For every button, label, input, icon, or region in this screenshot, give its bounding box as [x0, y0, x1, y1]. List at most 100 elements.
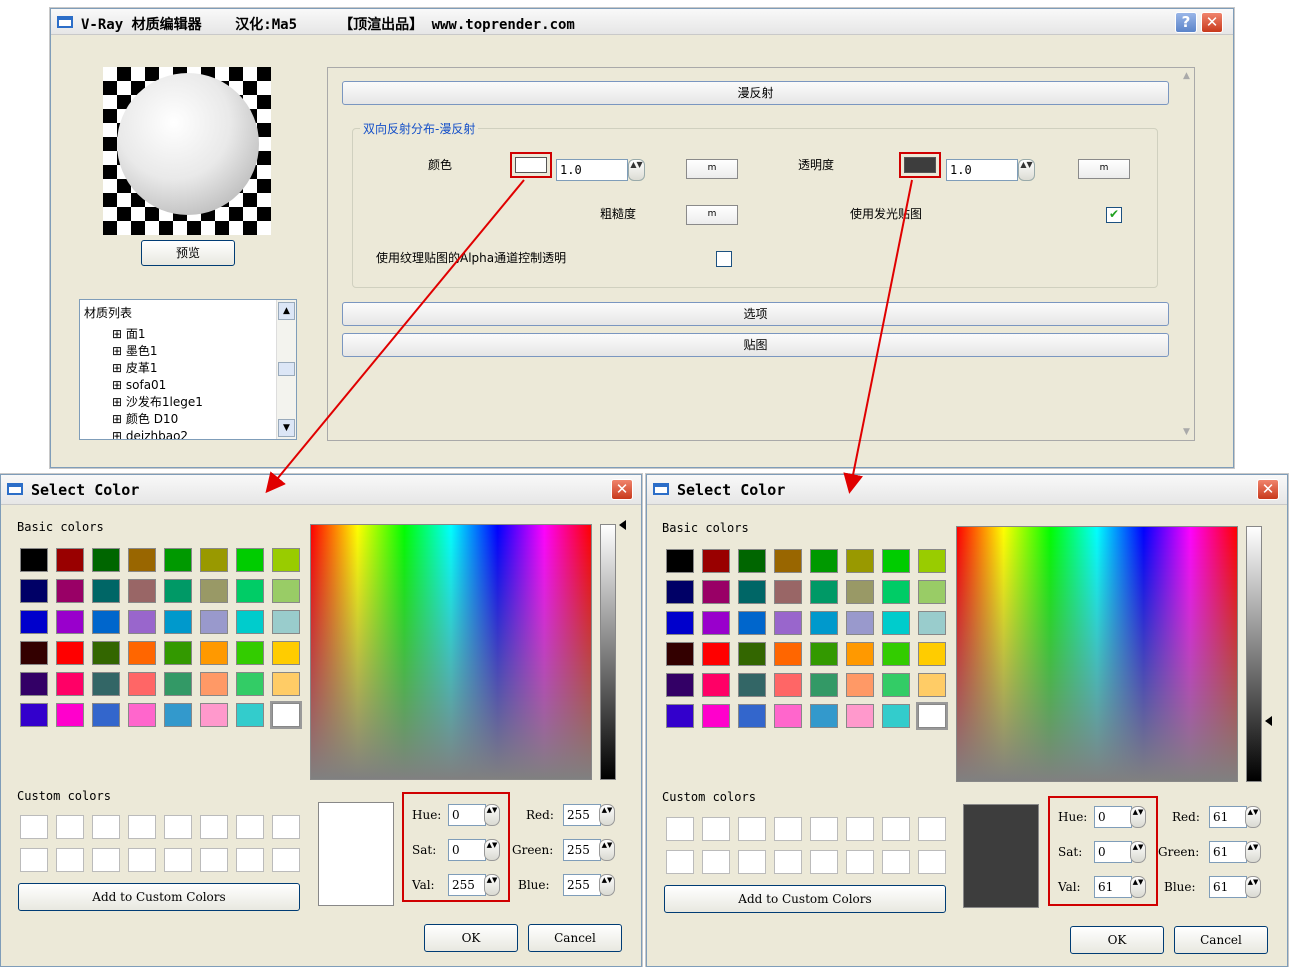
custom-color-cell[interactable] — [810, 817, 838, 841]
basic-color-swatch[interactable] — [846, 642, 874, 666]
custom-color-cell[interactable] — [92, 815, 120, 839]
basic-color-swatch[interactable] — [164, 610, 192, 634]
basic-color-swatch[interactable] — [236, 548, 264, 572]
custom-color-cell[interactable] — [164, 815, 192, 839]
sat-input[interactable]: 0 — [1094, 841, 1132, 863]
basic-color-swatch[interactable] — [702, 673, 730, 697]
basic-color-swatch[interactable] — [92, 548, 120, 572]
basic-color-swatch[interactable] — [200, 610, 228, 634]
custom-color-cell[interactable] — [272, 848, 300, 872]
basic-color-swatch[interactable] — [810, 611, 838, 635]
basic-color-swatch[interactable] — [56, 703, 84, 727]
basic-color-swatch[interactable] — [774, 673, 802, 697]
transparency-swatch[interactable] — [899, 152, 941, 178]
basic-color-swatch[interactable] — [272, 579, 300, 603]
basic-color-swatch[interactable] — [272, 641, 300, 665]
basic-color-swatch[interactable] — [810, 642, 838, 666]
custom-color-cell[interactable] — [56, 815, 84, 839]
basic-color-swatch[interactable] — [738, 549, 766, 573]
basic-color-swatch[interactable] — [164, 579, 192, 603]
basic-color-swatch[interactable] — [918, 642, 946, 666]
list-item[interactable]: ⊞ 沙发布1lege1 — [112, 394, 203, 411]
basic-color-swatch[interactable] — [128, 579, 156, 603]
custom-color-cell[interactable] — [128, 848, 156, 872]
custom-color-cell[interactable] — [702, 817, 730, 841]
basic-color-swatch[interactable] — [774, 549, 802, 573]
custom-color-cell[interactable] — [846, 817, 874, 841]
basic-color-swatch[interactable] — [666, 549, 694, 573]
basic-color-swatch[interactable] — [20, 703, 48, 727]
basic-color-swatch[interactable] — [128, 672, 156, 696]
basic-color-swatch[interactable] — [774, 611, 802, 635]
custom-color-cell[interactable] — [200, 815, 228, 839]
basic-color-swatch[interactable] — [810, 580, 838, 604]
custom-color-cell[interactable] — [128, 815, 156, 839]
basic-color-swatch[interactable] — [272, 610, 300, 634]
list-item[interactable]: ⊞ 颜色 D10 — [112, 411, 203, 428]
custom-color-cell[interactable] — [236, 815, 264, 839]
custom-color-cell[interactable] — [882, 817, 910, 841]
basic-color-swatch[interactable] — [774, 580, 802, 604]
blue-input[interactable]: 255 — [563, 874, 601, 896]
dialog-close-button[interactable]: ✕ — [611, 479, 633, 500]
custom-color-cell[interactable] — [200, 848, 228, 872]
luminance-bar[interactable] — [1246, 526, 1262, 782]
basic-color-swatch[interactable] — [882, 549, 910, 573]
basic-color-swatch[interactable] — [20, 548, 48, 572]
sat-spinner[interactable]: ▲▼ — [1130, 841, 1146, 863]
basic-color-swatch[interactable] — [738, 704, 766, 728]
basic-color-swatch[interactable] — [200, 703, 228, 727]
basic-color-swatch[interactable] — [56, 579, 84, 603]
roughness-map-button[interactable]: m — [686, 205, 738, 225]
green-input[interactable]: 255 — [563, 839, 601, 861]
basic-color-swatch[interactable] — [128, 548, 156, 572]
basic-color-swatch[interactable] — [164, 703, 192, 727]
luminance-bar[interactable] — [600, 524, 616, 780]
hue-spinner[interactable]: ▲▼ — [1130, 806, 1146, 828]
panel-scrollbar[interactable]: ▲ ▼ — [1183, 69, 1195, 439]
basic-color-swatch[interactable] — [846, 673, 874, 697]
blue-input[interactable]: 61 — [1209, 876, 1247, 898]
color-swatch[interactable] — [510, 152, 552, 178]
basic-color-swatch[interactable] — [56, 641, 84, 665]
list-item[interactable]: ⊞ deizhbao2 — [112, 428, 203, 439]
blue-spinner[interactable]: ▲▼ — [599, 874, 615, 896]
custom-color-cell[interactable] — [738, 817, 766, 841]
basic-color-swatch[interactable] — [702, 642, 730, 666]
basic-color-swatch[interactable] — [810, 704, 838, 728]
hue-input[interactable]: 0 — [1094, 806, 1132, 828]
custom-color-cell[interactable] — [272, 815, 300, 839]
scroll-down-icon[interactable]: ▼ — [278, 419, 295, 437]
basic-color-swatch[interactable] — [810, 549, 838, 573]
custom-color-cell[interactable] — [774, 817, 802, 841]
ok-button[interactable]: OK — [424, 924, 518, 952]
basic-color-swatch[interactable] — [128, 703, 156, 727]
transparency-map-button[interactable]: m — [1078, 159, 1130, 179]
green-spinner[interactable]: ▲▼ — [1245, 841, 1261, 863]
close-button[interactable]: ✕ — [1201, 12, 1223, 33]
list-scrollbar[interactable]: ▲ ▼ — [276, 300, 296, 439]
val-spinner[interactable]: ▲▼ — [484, 874, 500, 896]
basic-color-swatch[interactable] — [918, 673, 946, 697]
cancel-button[interactable]: Cancel — [528, 924, 622, 952]
red-input[interactable]: 61 — [1209, 806, 1247, 828]
basic-color-swatch[interactable] — [882, 580, 910, 604]
basic-color-swatch[interactable] — [846, 549, 874, 573]
sat-spinner[interactable]: ▲▼ — [484, 839, 500, 861]
basic-color-swatch[interactable] — [128, 641, 156, 665]
color-amount-input[interactable]: 1.0 — [556, 159, 628, 181]
basic-color-swatch[interactable] — [702, 549, 730, 573]
basic-color-swatch[interactable] — [92, 641, 120, 665]
luminance-arrow-icon[interactable] — [1265, 716, 1272, 726]
scroll-up-icon[interactable]: ▲ — [278, 302, 295, 320]
green-spinner[interactable]: ▲▼ — [599, 839, 615, 861]
basic-color-swatch[interactable] — [236, 610, 264, 634]
basic-color-swatch[interactable] — [20, 672, 48, 696]
custom-color-cell[interactable] — [702, 850, 730, 874]
basic-color-swatch[interactable] — [236, 641, 264, 665]
custom-color-cell[interactable] — [810, 850, 838, 874]
custom-color-cell[interactable] — [918, 850, 946, 874]
green-input[interactable]: 61 — [1209, 841, 1247, 863]
transparency-amount-input[interactable]: 1.0 — [946, 159, 1018, 181]
basic-color-swatch[interactable] — [882, 611, 910, 635]
